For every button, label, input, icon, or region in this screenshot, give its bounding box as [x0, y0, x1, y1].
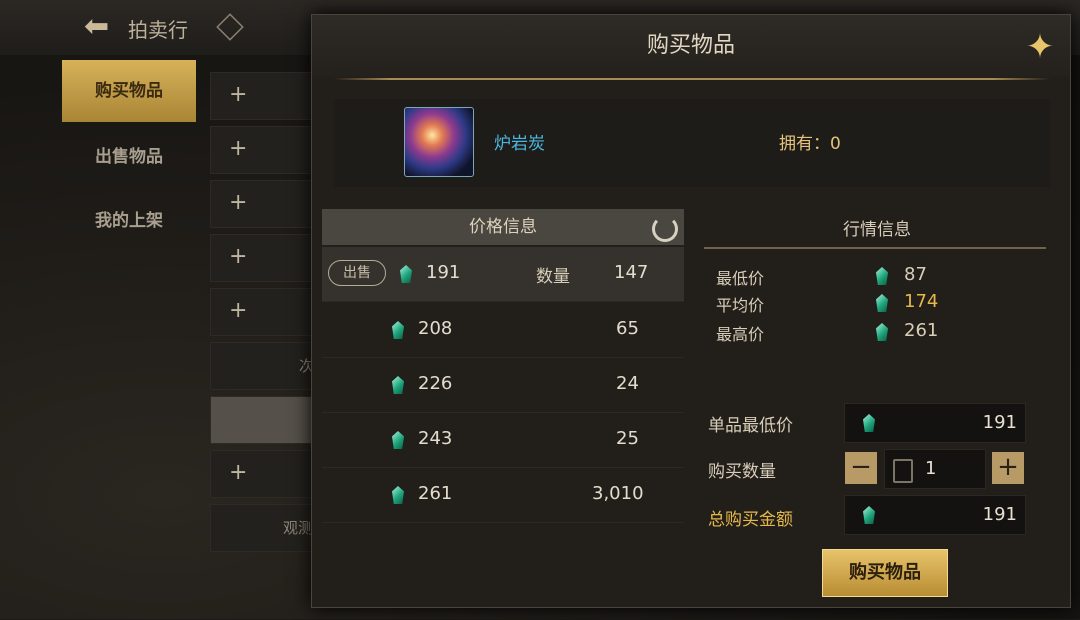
- divider: [704, 247, 1046, 249]
- buy-button[interactable]: 购买物品: [822, 549, 948, 597]
- quantity-label: 数量: [536, 267, 570, 287]
- quantity-value: 3,010: [592, 483, 644, 504]
- category-slot[interactable]: +: [210, 450, 322, 498]
- price-row[interactable]: 226 24: [322, 358, 684, 413]
- price-info-header: 价格信息: [322, 209, 684, 245]
- quantity-value: 24: [616, 373, 639, 394]
- item-summary: 炉岩炭 拥有：0: [334, 99, 1050, 187]
- buy-dialog: 购买物品 ✦ 炉岩炭 拥有：0 价格信息 出售 191 数量 147 208 6…: [311, 14, 1071, 608]
- item-name: 炉岩炭: [494, 134, 545, 154]
- plus-icon: +: [229, 460, 248, 485]
- category-slot[interactable]: 观测: [210, 504, 322, 552]
- price-row[interactable]: 出售 191 数量 147: [322, 247, 684, 302]
- gem-icon: [876, 267, 888, 285]
- gem-icon: [863, 506, 875, 524]
- unit-min-price-field: 191: [844, 403, 1026, 443]
- divider: [334, 78, 1050, 80]
- plus-icon: +: [229, 136, 248, 161]
- price-info-title: 价格信息: [469, 217, 537, 237]
- category-slot[interactable]: +: [210, 180, 322, 228]
- quantity-label: 购买数量: [708, 462, 776, 482]
- sidebar: 购买物品 出售物品 我的上架: [62, 60, 196, 620]
- market-max-label: 最高价: [716, 325, 765, 344]
- plus-icon: +: [229, 298, 248, 323]
- category-slot[interactable]: +: [210, 72, 322, 120]
- category-slot[interactable]: +: [210, 234, 322, 282]
- quantity-value: 25: [616, 428, 639, 449]
- market-min-value: 87: [904, 264, 927, 285]
- sidebar-item-my-listings[interactable]: 我的上架: [62, 190, 196, 252]
- diamond-icon[interactable]: [216, 13, 244, 41]
- quantity-value: 147: [614, 262, 649, 283]
- lava-coal-item-icon[interactable]: [404, 107, 474, 177]
- calculator-icon[interactable]: [893, 459, 913, 483]
- price-value: 261: [418, 483, 453, 504]
- price-row[interactable]: 208 65: [322, 303, 684, 358]
- slot-label: 观测: [283, 519, 314, 537]
- plus-icon: +: [229, 244, 248, 269]
- market-avg-value: 174: [904, 291, 939, 312]
- plus-icon: +: [229, 82, 248, 107]
- unit-min-price-label: 单品最低价: [708, 416, 793, 436]
- unit-min-price-value: 191: [982, 412, 1017, 433]
- sidebar-item-buy[interactable]: 购买物品: [62, 60, 196, 122]
- price-row[interactable]: 261 3,010: [322, 468, 684, 523]
- category-slot[interactable]: +: [210, 126, 322, 174]
- price-value: 208: [418, 318, 453, 339]
- gem-icon: [392, 486, 404, 504]
- page-title: 拍卖行: [128, 18, 188, 42]
- gem-icon: [392, 321, 404, 339]
- gem-icon: [876, 323, 888, 341]
- sidebar-item-sell[interactable]: 出售物品: [62, 126, 196, 188]
- sell-badge: 出售: [328, 260, 386, 286]
- refresh-icon[interactable]: [652, 216, 678, 242]
- increase-button[interactable]: +: [992, 452, 1024, 484]
- dialog-title: 购买物品: [312, 15, 1070, 77]
- quantity-value: 1: [925, 458, 937, 479]
- gem-icon: [863, 414, 875, 432]
- price-value: 191: [426, 262, 461, 283]
- quantity-input[interactable]: 1: [884, 449, 986, 489]
- owned-count: 拥有：0: [779, 134, 841, 154]
- price-value: 226: [418, 373, 453, 394]
- price-row[interactable]: 243 25: [322, 413, 684, 468]
- close-icon[interactable]: ✦: [1020, 27, 1060, 67]
- quantity-value: 65: [616, 318, 639, 339]
- total-amount-value: 191: [982, 504, 1017, 525]
- back-arrow-icon[interactable]: ⬅: [84, 12, 118, 42]
- market-min-label: 最低价: [716, 269, 765, 288]
- market-max-value: 261: [904, 320, 939, 341]
- gem-icon: [392, 431, 404, 449]
- category-slot[interactable]: +: [210, 288, 322, 336]
- gem-icon: [876, 294, 888, 312]
- plus-icon: +: [229, 190, 248, 215]
- market-avg-label: 平均价: [716, 296, 765, 315]
- total-amount-field: 191: [844, 495, 1026, 535]
- market-info-title: 行情信息: [843, 220, 911, 240]
- gem-icon: [400, 265, 412, 283]
- category-slot[interactable]: 次: [210, 342, 322, 390]
- total-amount-label: 总购买金额: [708, 510, 793, 530]
- price-value: 243: [418, 428, 453, 449]
- category-slot[interactable]: [210, 396, 322, 444]
- decrease-button[interactable]: −: [845, 452, 877, 484]
- gem-icon: [392, 376, 404, 394]
